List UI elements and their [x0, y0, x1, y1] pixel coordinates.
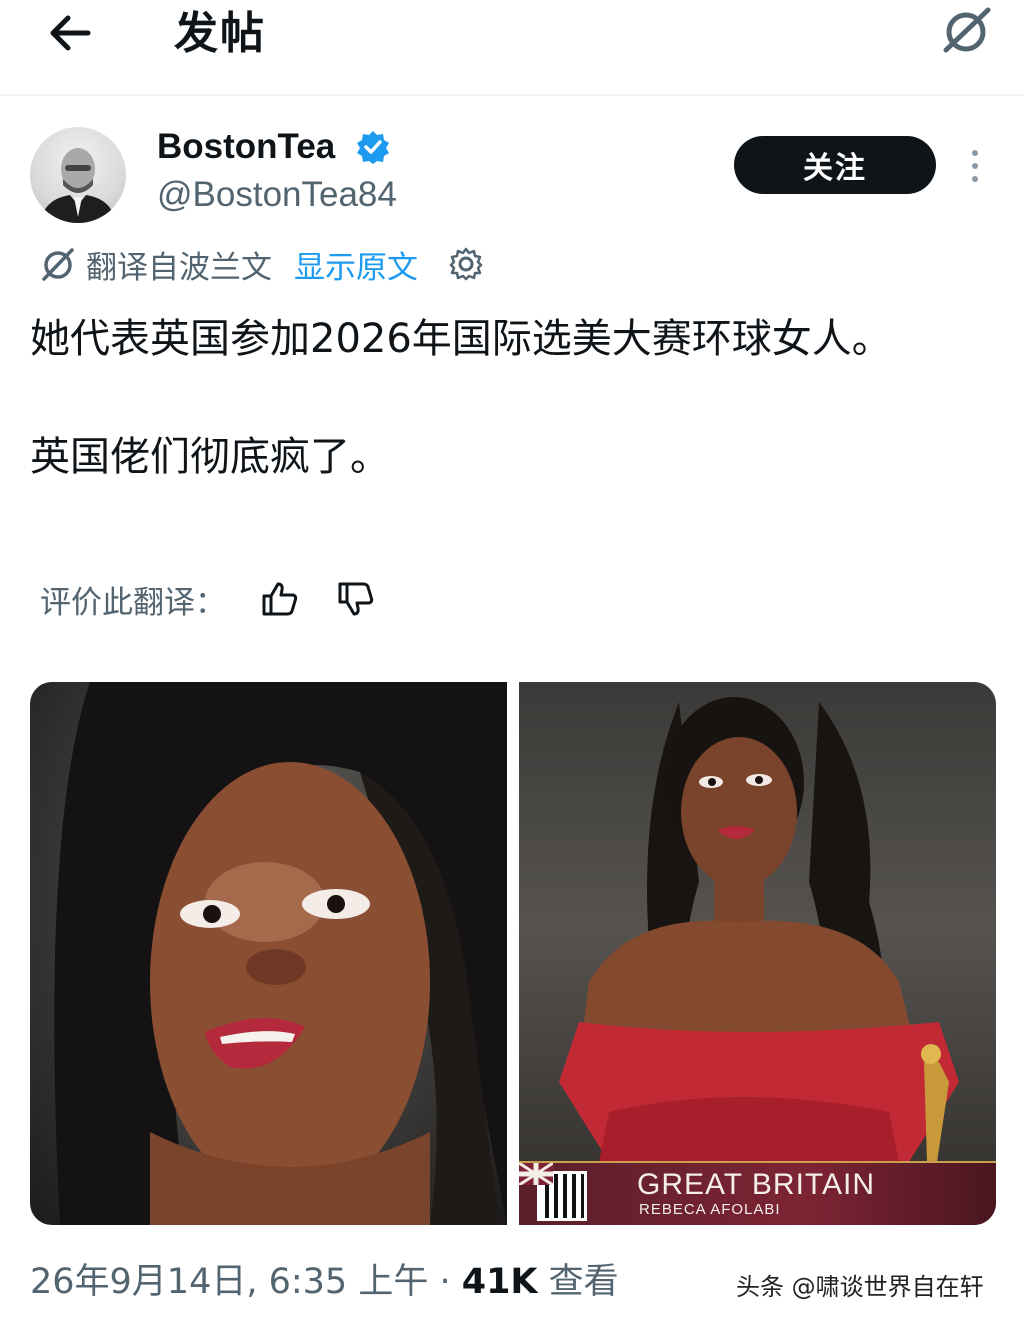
follow-button[interactable]: 关注	[734, 136, 936, 194]
display-name[interactable]: BostonTea	[157, 124, 335, 170]
translate-icon	[42, 248, 74, 281]
post-paragraph: 英国佬们彻底疯了。	[30, 434, 390, 480]
view-count: 41K	[461, 1262, 538, 1302]
translated-from-label: 翻译自波兰文	[86, 249, 272, 286]
grok-button[interactable]	[934, 2, 998, 58]
meta-separator: ·	[428, 1262, 462, 1302]
post-metadata: 26年9月14日, 6:35 上午 · 41K 查看	[30, 1257, 619, 1307]
show-original-link[interactable]: 显示原文	[294, 242, 418, 287]
rate-translation-label: 评价此翻译：	[40, 584, 226, 621]
grok-icon	[943, 7, 991, 53]
post-photo[interactable]	[30, 682, 507, 1225]
thumbs-down-icon[interactable]	[336, 579, 376, 619]
post-photo[interactable]: GREAT BRITAIN REBECA AFOLABI	[519, 682, 996, 1225]
translation-bar: 翻译自波兰文 显示原文	[40, 240, 484, 288]
gear-icon[interactable]	[448, 246, 484, 282]
post-timestamp[interactable]: 26年9月14日, 6:35 上午	[30, 1262, 428, 1302]
post-paragraph: 她代表英国参加2026年国际选美大赛环球女人。	[30, 316, 892, 362]
back-button[interactable]	[40, 8, 100, 58]
banner-contestant-name: REBECA AFOLABI	[639, 1201, 781, 1218]
banner-country: GREAT BRITAIN	[637, 1168, 876, 1201]
pageant-portrait-image	[559, 697, 959, 1162]
media-grid: GREAT BRITAIN REBECA AFOLABI	[30, 682, 996, 1225]
post-text: 她代表英国参加2026年国际选美大赛环球女人。 英国佬们彻底疯了。	[30, 306, 990, 491]
more-vertical-icon[interactable]	[960, 146, 990, 186]
verified-badge-icon	[357, 131, 389, 164]
source-watermark: 头条 @啸谈世界自在轩	[736, 1273, 984, 1301]
user-handle[interactable]: @BostonTea84	[157, 172, 397, 218]
page-title: 发帖	[174, 8, 266, 59]
avatar-portrait	[40, 148, 116, 223]
top-bar: 发帖	[0, 0, 1024, 96]
arrow-left-icon	[50, 15, 91, 51]
contestant-banner: GREAT BRITAIN REBECA AFOLABI	[519, 1161, 996, 1225]
view-count-label: 查看	[537, 1262, 619, 1302]
portrait-closeup-image	[54, 682, 507, 1225]
uk-flag-icon	[519, 1163, 553, 1185]
thumbs-up-icon[interactable]	[260, 579, 300, 619]
translation-rating: 评价此翻译：	[40, 574, 412, 624]
avatar[interactable]	[30, 127, 126, 223]
